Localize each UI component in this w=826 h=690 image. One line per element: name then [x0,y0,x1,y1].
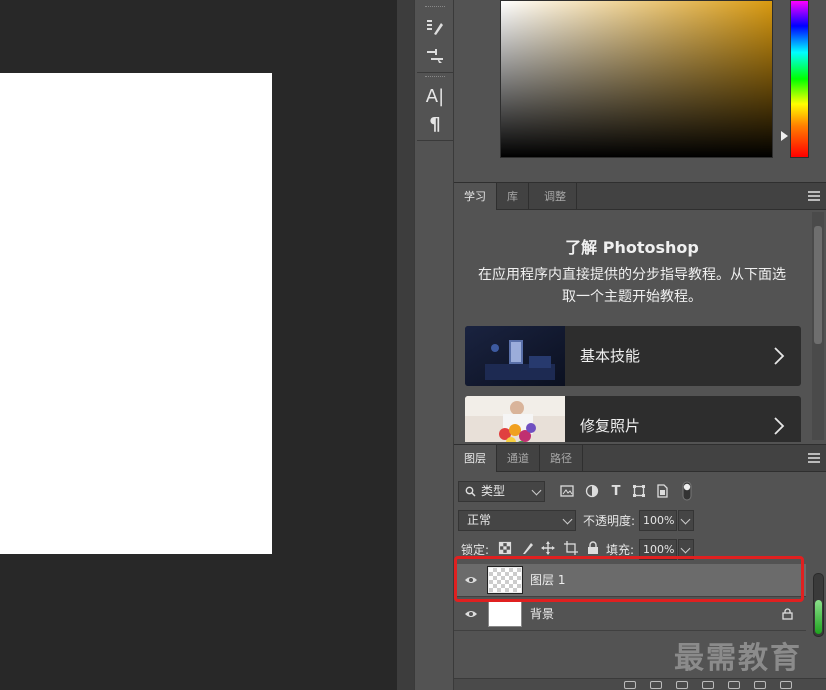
mask-icon[interactable] [676,681,688,689]
hue-slider[interactable] [790,0,809,158]
lock-all-icon[interactable] [585,540,601,556]
color-field[interactable] [500,0,773,158]
hue-slider-marker[interactable] [781,131,788,141]
learn-panel: 了解 Photoshop 在应用程序内直接提供的分步指导教程。从下面选取一个主题… [454,210,826,442]
learn-tabbar: 学习 库 调整 [454,182,826,210]
lock-icon [782,608,793,620]
right-panels: 学习 库 调整 了解 Photoshop 在应用程序内直接提供的分步指导教程。从… [454,0,826,690]
shape-filter-icon[interactable] [631,483,647,499]
layer-thumbnail [488,601,522,627]
adjustment-layer-icon[interactable] [702,681,714,689]
grip-handle[interactable] [425,6,445,8]
link-layers-icon[interactable] [624,681,636,689]
character-icon[interactable]: A| [423,84,447,108]
brush-settings-icon[interactable] [423,15,447,39]
type-filter-icon[interactable]: T [608,483,624,499]
tab-paths[interactable]: 路径 [540,445,583,472]
learn-title: 了解 Photoshop [565,238,699,257]
search-icon [465,486,476,497]
panel-menu-icon[interactable] [808,191,820,201]
layer-name[interactable]: 背景 [530,598,554,631]
scroll-thumb[interactable] [814,226,822,344]
tab-adjustments[interactable]: 调整 [534,183,577,210]
visibility-eye-icon[interactable] [464,608,478,620]
tab-layers[interactable]: 图层 [454,445,497,472]
tab-learn[interactable]: 学习 [454,183,497,210]
chevron-right-icon [774,347,785,365]
opacity-dropdown[interactable] [678,510,694,531]
group-icon[interactable] [728,681,740,689]
lesson-label: 基本技能 [580,347,641,365]
layers-footer [454,678,826,690]
opacity-label: 不透明度: [583,514,636,528]
opacity-input[interactable]: 100% [639,510,677,531]
blend-mode-select[interactable]: 正常 [458,510,576,531]
scroll-thumb[interactable] [815,600,822,634]
grip-handle[interactable] [425,76,445,78]
chevron-right-icon [774,417,785,435]
tab-channels[interactable]: 通道 [497,445,540,472]
layers-scrollbar[interactable] [813,573,824,637]
trash-icon[interactable] [780,681,792,689]
lock-position-icon[interactable] [540,540,556,556]
layers-panel: 类型 T 正常 不透明度: 100% 锁定: 填充: 100% 图层 1 背景 … [454,473,826,690]
fx-icon[interactable] [650,681,662,689]
lock-transparent-icon[interactable] [497,540,513,556]
panel-icon-strip: A| ¶ [414,0,454,690]
separator [417,140,453,141]
smart-object-filter-icon[interactable] [654,483,670,499]
lesson-thumbnail-flowers [465,396,565,442]
learn-description: 在应用程序内直接提供的分步指导教程。从下面选取一个主题开始教程。 [478,267,786,305]
lesson-basic-skills[interactable]: 基本技能 [465,326,801,386]
lesson-fix-photos[interactable]: 修复照片 [465,396,801,442]
layer-row-background[interactable]: 背景 [454,598,806,631]
document-canvas[interactable] [0,73,272,554]
tab-libraries[interactable]: 库 [497,183,529,210]
lock-image-icon[interactable] [519,540,535,556]
lesson-label: 修复照片 [580,417,641,435]
filter-toggle-icon[interactable] [682,481,692,501]
watermark: 最需教育 [674,641,802,676]
lesson-thumbnail-room [465,326,565,386]
lock-artboard-icon[interactable] [563,540,579,556]
layer-filter-select[interactable]: 类型 [458,481,545,502]
panel-gutter [397,0,414,690]
paragraph-icon[interactable]: ¶ [423,112,447,136]
adjustment-filter-icon[interactable] [584,483,600,499]
brush-preset-icon[interactable] [423,44,447,68]
color-panel [454,0,826,182]
layers-tabbar: 图层 通道 路径 [454,444,826,472]
separator [417,72,453,73]
canvas-area[interactable] [0,0,397,690]
image-filter-icon[interactable] [559,483,575,499]
learn-scrollbar[interactable] [812,212,824,440]
panel-menu-icon[interactable] [808,453,820,463]
selection-highlight [454,556,804,602]
new-layer-icon[interactable] [754,681,766,689]
